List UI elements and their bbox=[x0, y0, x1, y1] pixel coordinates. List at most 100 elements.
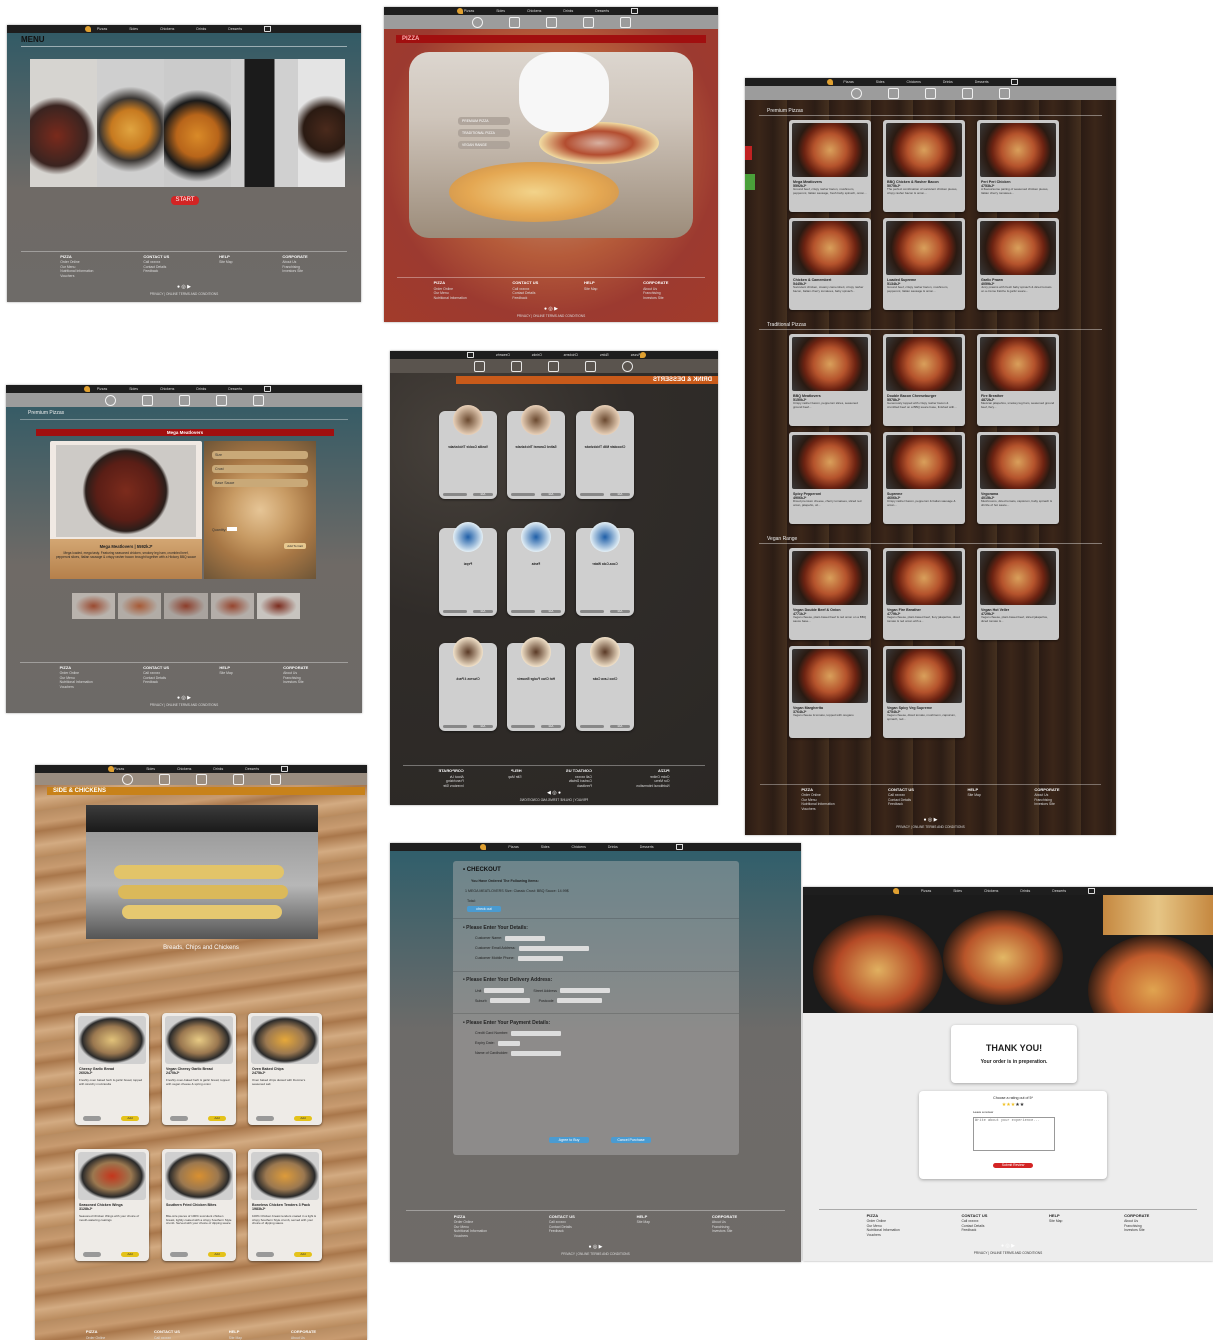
add-button[interactable]: Add bbox=[473, 493, 493, 496]
option-vegan[interactable]: VEGAN RANGE bbox=[458, 141, 510, 149]
cart-icon[interactable] bbox=[264, 26, 272, 32]
pizza-card[interactable]: Fire Breather 4872kJ* Mexican jalapeños, s… bbox=[977, 334, 1059, 426]
customer-email-input[interactable] bbox=[518, 945, 589, 951]
dessert-icon[interactable] bbox=[474, 360, 486, 372]
option-button[interactable] bbox=[83, 1252, 101, 1257]
social-icons[interactable]: ● ◎ ▶ bbox=[6, 695, 362, 701]
cart-icon[interactable] bbox=[631, 8, 639, 14]
add-button[interactable]: Add bbox=[208, 1116, 226, 1121]
carousel-panel-dessert[interactable] bbox=[298, 59, 345, 187]
nav-sides[interactable]: Sides bbox=[129, 387, 138, 391]
nav-desserts[interactable]: Desserts bbox=[975, 80, 989, 84]
drink-card[interactable]: Choc Lava Cake Add bbox=[576, 637, 634, 731]
social-icons[interactable]: ● ◎ ▶ bbox=[745, 817, 1116, 823]
unit-input[interactable] bbox=[484, 988, 525, 994]
thumbnail[interactable] bbox=[210, 593, 254, 619]
chicken-icon[interactable] bbox=[925, 87, 936, 99]
quantity-input[interactable] bbox=[227, 527, 238, 531]
nav-sides[interactable]: Sides bbox=[600, 353, 609, 357]
star-rating[interactable]: ★★★★★ bbox=[919, 1102, 1107, 1108]
sides-icon[interactable] bbox=[508, 16, 520, 28]
pizza-card[interactable]: Supreme 4606kJ* Crispy rasher bacon, peppe… bbox=[883, 432, 965, 524]
nav-sides[interactable]: Sides bbox=[876, 80, 885, 84]
chicken-icon[interactable] bbox=[545, 16, 557, 28]
nav-chickens[interactable]: Chickens bbox=[564, 353, 578, 357]
nav-pizzas[interactable]: Pizzas bbox=[508, 845, 518, 849]
add-button[interactable]: Add bbox=[473, 610, 493, 613]
add-button[interactable]: Add bbox=[541, 725, 561, 728]
chicken-icon[interactable] bbox=[178, 394, 190, 406]
cardholder-input[interactable] bbox=[511, 1050, 562, 1056]
drink-icon[interactable] bbox=[962, 87, 973, 99]
pizza-card[interactable]: Vegan Fire Breather 4779kJ* Vegan cheese, … bbox=[883, 548, 965, 640]
nav-pizzas[interactable]: Pizzas bbox=[921, 889, 931, 893]
nav-desserts[interactable]: Desserts bbox=[595, 9, 609, 13]
side-card[interactable]: Vegan Cheesy Garlic Bread 2470kJ* Freshly … bbox=[162, 1013, 236, 1125]
social-icons[interactable]: ● ◎ ▶ bbox=[390, 1244, 801, 1250]
option-button[interactable] bbox=[580, 610, 604, 613]
option-button[interactable] bbox=[511, 725, 535, 728]
nav-drinks[interactable]: Drinks bbox=[196, 27, 206, 31]
pizza-card[interactable]: Vegan Spicy Veg Supreme 4754kJ* Vegan chee… bbox=[883, 646, 965, 738]
add-button[interactable]: Add bbox=[121, 1116, 139, 1121]
add-button[interactable]: Add bbox=[473, 725, 493, 728]
nav-desserts[interactable]: Desserts bbox=[245, 767, 259, 771]
pizza-card[interactable]: Vegan Margherita 3764kJ* Vegan cheese & to… bbox=[789, 646, 871, 738]
cart-icon[interactable] bbox=[281, 766, 289, 772]
pizza-card[interactable]: Mega Meatlovers 5592kJ* Ground beef, crisp… bbox=[789, 120, 871, 212]
dessert-icon[interactable] bbox=[252, 394, 264, 406]
crust-select[interactable]: Crust bbox=[212, 465, 308, 473]
drink-icon[interactable] bbox=[511, 360, 523, 372]
street-input[interactable] bbox=[559, 988, 610, 994]
nav-sides[interactable]: Sides bbox=[146, 767, 155, 771]
nav-desserts[interactable]: Desserts bbox=[228, 387, 242, 391]
drink-icon[interactable] bbox=[582, 16, 594, 28]
add-button[interactable]: Add bbox=[610, 493, 630, 496]
pizza-icon[interactable] bbox=[851, 87, 862, 99]
drink-card[interactable]: Churros 4 Pack Add bbox=[439, 637, 497, 731]
drink-icon[interactable] bbox=[215, 394, 227, 406]
size-select[interactable]: Size bbox=[212, 451, 308, 459]
nav-drinks[interactable]: Drinks bbox=[196, 387, 206, 391]
star-icon[interactable]: ★ bbox=[1020, 1102, 1024, 1108]
thumbnail[interactable] bbox=[72, 593, 116, 619]
sides-icon[interactable] bbox=[585, 360, 597, 372]
option-premium[interactable]: PREMIUM PIZZA bbox=[458, 117, 510, 125]
legal-links[interactable]: PRIVACY | ONLINE TERMS AND CONDITIONS bbox=[7, 292, 361, 296]
add-button[interactable]: Add bbox=[541, 610, 561, 613]
side-card[interactable]: Oven Baked Chips 2475kJ* Oven baked chips … bbox=[248, 1013, 322, 1125]
nav-pizzas[interactable]: Pizzas bbox=[97, 27, 107, 31]
pizza-card[interactable]: Vegorama 4015kJ* Mushrooms, diced tomato, … bbox=[977, 432, 1059, 524]
carousel-panel-chicken[interactable] bbox=[164, 59, 232, 187]
pizza-icon[interactable] bbox=[104, 394, 116, 406]
nav-drinks[interactable]: Drinks bbox=[943, 80, 953, 84]
nav-chickens[interactable]: Chickens bbox=[160, 387, 174, 391]
drink-card[interactable]: Salted Caramel Thickshake Add bbox=[507, 405, 565, 499]
cart-icon[interactable] bbox=[264, 386, 272, 392]
thumbnail[interactable] bbox=[118, 593, 162, 619]
side-card[interactable]: Southern Fried Chicken Bites Bite-size pi… bbox=[162, 1149, 236, 1261]
carousel-panel-pepsi[interactable] bbox=[231, 59, 299, 187]
nav-sides[interactable]: Sides bbox=[129, 27, 138, 31]
sides-icon[interactable] bbox=[141, 394, 153, 406]
nav-drinks[interactable]: Drinks bbox=[213, 767, 223, 771]
nav-desserts[interactable]: Desserts bbox=[1052, 889, 1066, 893]
pizza-icon[interactable] bbox=[622, 360, 634, 372]
nav-drinks[interactable]: Drinks bbox=[1020, 889, 1030, 893]
pizza-card[interactable]: Loaded Supreme 5134kJ* Ground beef, crispy… bbox=[883, 218, 965, 310]
add-button[interactable]: Add bbox=[610, 610, 630, 613]
nav-chickens[interactable]: Chickens bbox=[984, 889, 998, 893]
drink-card[interactable]: Pepsi Add bbox=[439, 522, 497, 616]
nav-pizzas[interactable]: Pizzas bbox=[97, 387, 107, 391]
cart-icon[interactable] bbox=[466, 352, 474, 358]
nav-chickens[interactable]: Chickens bbox=[177, 767, 191, 771]
drink-card[interactable]: Chocolate Milk Thickshake Add bbox=[576, 405, 634, 499]
nav-sides[interactable]: Sides bbox=[541, 845, 550, 849]
drink-card[interactable]: Hot Choc Fudge Brownie Add bbox=[507, 637, 565, 731]
start-button[interactable]: START bbox=[171, 196, 199, 205]
sauce-select[interactable]: Base Sauce bbox=[212, 479, 308, 487]
option-button[interactable] bbox=[83, 1116, 101, 1121]
add-to-cart-button[interactable]: Add To Cart bbox=[284, 543, 306, 549]
dessert-icon[interactable] bbox=[999, 87, 1010, 99]
nav-sides[interactable]: Sides bbox=[953, 889, 962, 893]
